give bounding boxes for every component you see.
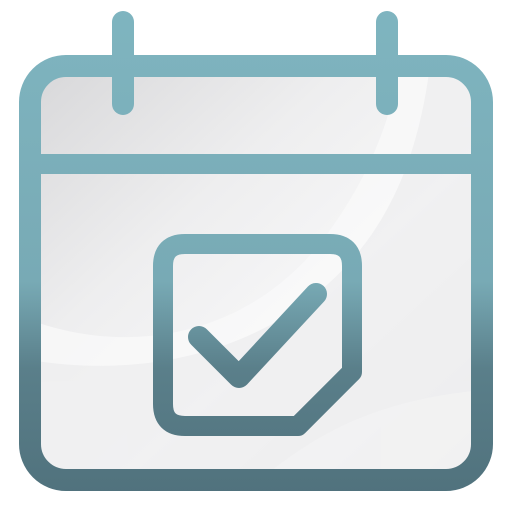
calendar-icon-container [0,0,512,512]
calendar-check-icon [19,11,493,491]
